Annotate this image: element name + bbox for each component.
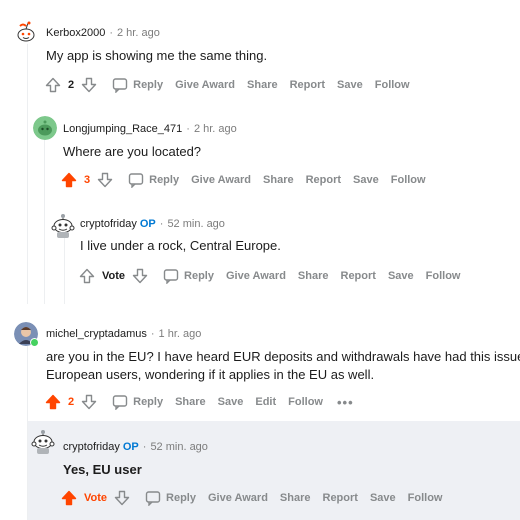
username[interactable]: cryptofriday (63, 441, 120, 453)
username[interactable]: Kerbox2000 (46, 27, 105, 39)
downvote-arrow-icon[interactable] (96, 171, 114, 189)
share-button[interactable]: Share (247, 79, 278, 91)
avatar[interactable] (30, 426, 56, 456)
give-award-button[interactable]: Give Award (226, 270, 286, 282)
upvote-arrow-icon[interactable] (60, 171, 78, 189)
report-button[interactable]: Report (341, 270, 376, 282)
share-button[interactable]: Share (263, 174, 294, 186)
comment-text: Where are you located? (63, 144, 202, 159)
chat-bubble-icon (112, 395, 128, 410)
downvote-arrow-icon[interactable] (113, 489, 131, 507)
comment-text: I live under a rock, Central Europe. (80, 238, 281, 253)
comment-actions: Vote Reply Give Award Share Report Save … (60, 488, 442, 508)
save-button[interactable]: Save (370, 492, 396, 504)
upvote-arrow-icon[interactable] (44, 393, 62, 411)
thread-line[interactable] (64, 236, 65, 304)
username[interactable]: michel_cryptadamus (46, 328, 147, 340)
upvote-arrow-icon[interactable] (60, 489, 78, 507)
timestamp[interactable]: 1 hr. ago (159, 328, 202, 340)
thread-line[interactable] (27, 40, 28, 304)
reply-button[interactable]: Reply (145, 490, 196, 506)
report-button[interactable]: Report (306, 174, 341, 186)
share-button[interactable]: Share (175, 396, 206, 408)
username[interactable]: Longjumping_Race_471 (63, 123, 182, 135)
comment-text: Yes, EU user (63, 462, 142, 477)
username[interactable]: cryptofriday (80, 218, 137, 230)
follow-button[interactable]: Follow (426, 270, 461, 282)
vote-count: 3 (84, 174, 91, 186)
report-button[interactable]: Report (323, 492, 358, 504)
reply-button[interactable]: Reply (128, 172, 179, 188)
op-badge: OP (122, 441, 139, 453)
give-award-button[interactable]: Give Award (175, 79, 235, 91)
thread-line[interactable] (44, 140, 45, 304)
follow-button[interactable]: Follow (375, 79, 410, 91)
give-award-button[interactable]: Give Award (208, 492, 268, 504)
comment-text-line-1: are you in the EU? I have heard EUR depo… (46, 349, 520, 364)
vote-count: 2 (68, 79, 75, 91)
op-badge: OP (139, 218, 156, 230)
vote-label: Vote (84, 492, 108, 504)
downvote-arrow-icon[interactable] (80, 76, 98, 94)
timestamp[interactable]: 52 min. ago (167, 218, 224, 230)
upvote-arrow-icon[interactable] (78, 267, 96, 285)
share-button[interactable]: Share (280, 492, 311, 504)
avatar[interactable] (14, 20, 38, 44)
give-award-button[interactable]: Give Award (191, 174, 251, 186)
chat-bubble-icon (112, 78, 128, 93)
reply-button[interactable]: Reply (112, 394, 163, 410)
share-button[interactable]: Share (298, 270, 329, 282)
vote-label: Vote (102, 270, 126, 282)
comment-actions: 3 Reply Give Award Share Report Save Fol… (60, 170, 426, 190)
edit-button[interactable]: Edit (255, 396, 276, 408)
follow-button[interactable]: Follow (288, 396, 323, 408)
follow-button[interactable]: Follow (391, 174, 426, 186)
vote-count: 2 (68, 396, 75, 408)
chat-bubble-icon (163, 269, 179, 284)
follow-button[interactable]: Follow (408, 492, 443, 504)
comment-meta: Kerbox2000 · 2 hr. ago (46, 27, 160, 39)
reply-button[interactable]: Reply (112, 77, 163, 93)
report-button[interactable]: Report (290, 79, 325, 91)
timestamp[interactable]: 2 hr. ago (194, 123, 237, 135)
comment-actions: 2 Reply Share Save Edit Follow ••• (44, 392, 354, 412)
avatar[interactable] (50, 210, 76, 240)
comment-text-line-2: European users, wondering if it applies … (46, 367, 375, 382)
comment-meta: michel_cryptadamus · 1 hr. ago (46, 328, 202, 340)
comment-meta: Longjumping_Race_471 · 2 hr. ago (63, 123, 237, 135)
comment-meta: cryptofriday OP · 52 min. ago (63, 441, 208, 453)
save-button[interactable]: Save (388, 270, 414, 282)
reply-button[interactable]: Reply (163, 268, 214, 284)
save-button[interactable]: Save (218, 396, 244, 408)
upvote-arrow-icon[interactable] (44, 76, 62, 94)
save-button[interactable]: Save (353, 174, 379, 186)
timestamp[interactable]: 2 hr. ago (117, 27, 160, 39)
comment-text: My app is showing me the same thing. (46, 48, 268, 63)
avatar[interactable] (33, 116, 57, 140)
more-options-icon[interactable]: ••• (337, 395, 354, 410)
comment-actions: Vote Reply Give Award Share Report Save … (78, 266, 460, 286)
timestamp[interactable]: 52 min. ago (150, 441, 207, 453)
save-button[interactable]: Save (337, 79, 363, 91)
downvote-arrow-icon[interactable] (131, 267, 149, 285)
chat-bubble-icon (128, 173, 144, 188)
online-status-indicator (30, 338, 39, 347)
chat-bubble-icon (145, 491, 161, 506)
comment-meta: cryptofriday OP · 52 min. ago (80, 218, 225, 230)
downvote-arrow-icon[interactable] (80, 393, 98, 411)
comment-actions: 2 Reply Give Award Share Report Save Fol… (44, 75, 410, 95)
